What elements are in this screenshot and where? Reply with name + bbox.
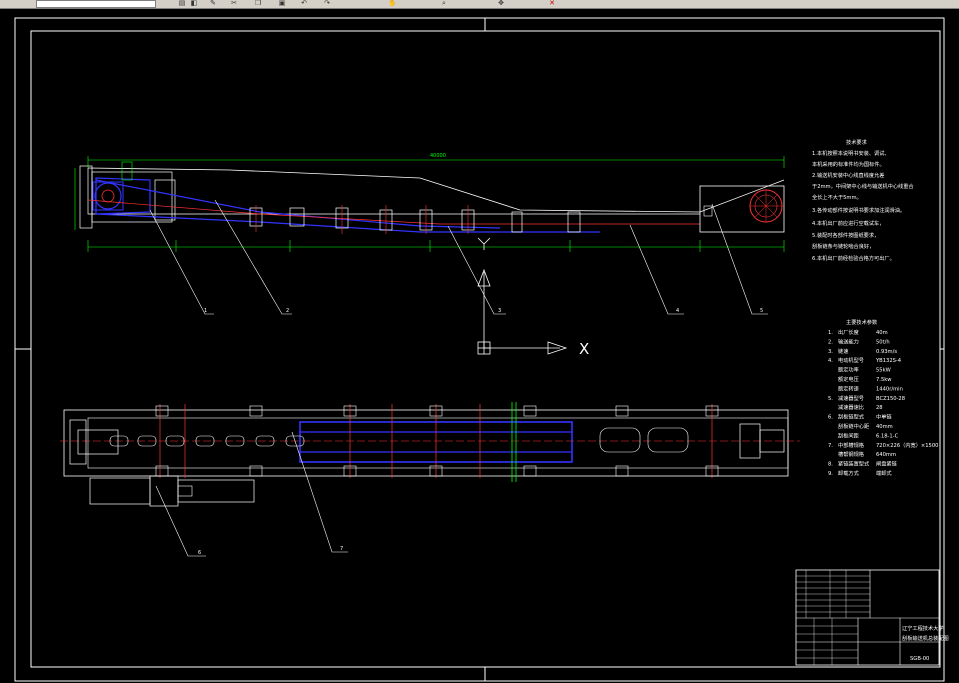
param-index: 7. bbox=[828, 443, 833, 449]
layer-dropdown[interactable] bbox=[36, 0, 156, 8]
drawing-title: 刮板输送机总装配图 bbox=[902, 634, 949, 642]
param-value: 中单链 bbox=[876, 413, 892, 421]
callout-3: 3 bbox=[498, 308, 501, 314]
tech-title: 技术要求 bbox=[846, 138, 868, 146]
callout-6: 6 bbox=[198, 550, 201, 556]
param-index: 3. bbox=[828, 349, 833, 355]
param-name: 紧链装置型式 bbox=[838, 460, 870, 468]
erase-icon[interactable]: ✕ bbox=[548, 0, 556, 7]
param-value: 720×226（内宽）×1500 bbox=[876, 441, 938, 449]
param-name: 刮板链型式 bbox=[838, 413, 865, 421]
param-name: 减速器型号 bbox=[838, 394, 864, 402]
zoom-icon[interactable]: ⌕ bbox=[440, 0, 448, 7]
param-title: 主要技术参数 bbox=[846, 318, 878, 326]
plan-view bbox=[60, 402, 800, 557]
param-name: 刮板链中心距 bbox=[838, 422, 869, 430]
param-value: 7.5kw bbox=[876, 377, 892, 383]
overall-dimension: 40000 bbox=[430, 153, 446, 159]
param-name: 电动机型号 bbox=[838, 356, 864, 364]
param-name: 链速 bbox=[838, 347, 848, 355]
param-value: 50t/h bbox=[876, 339, 890, 345]
param-value: 0.93m/s bbox=[876, 349, 897, 355]
ucs-x-label: X bbox=[579, 340, 589, 358]
param-value: 1440r/min bbox=[876, 386, 903, 392]
param-name: 额定转速 bbox=[838, 384, 859, 392]
param-name: 出厂长度 bbox=[838, 328, 859, 336]
param-value: BCZ150-28 bbox=[876, 396, 905, 402]
param-index: 8. bbox=[828, 462, 833, 468]
param-index: 5. bbox=[828, 396, 833, 402]
param-name: 中部槽规格 bbox=[838, 441, 865, 449]
callout-1: 1 bbox=[204, 308, 207, 314]
tech-line: 刮板链条与链轮啮合良好， bbox=[812, 242, 874, 250]
cad-toolbar: ▤ ◧ ✎ ✂ ❐ ▣ ↶ ↷ ✋ ⌕ ✥ ✕ bbox=[0, 0, 959, 9]
callout-4: 4 bbox=[676, 308, 679, 314]
param-value: 闸盘紧链 bbox=[876, 460, 898, 468]
tech-line: 2.输送机安装中心线直线度允差 bbox=[812, 171, 884, 179]
param-rows: 1. 出厂长度 40m 2. 输送能力 50t/h 3. 链速 0.93m/s 4. 电动机型号 YB… bbox=[828, 328, 938, 477]
param-index: 9. bbox=[828, 471, 833, 477]
tech-line: 4.本机出厂前应进行空载试车， bbox=[812, 219, 884, 227]
layer-icon[interactable]: ▤ bbox=[178, 0, 186, 7]
parameter-table: 主要技术参数 1. 出厂长度 40m 2. 输送能力 50t/h 3. 链速 0.93m/s 4.… bbox=[828, 318, 938, 477]
param-name: 刮板间距 bbox=[838, 431, 859, 439]
match-icon[interactable]: ✎ bbox=[209, 0, 217, 7]
callout-7: 7 bbox=[340, 546, 343, 552]
param-name: 输送能力 bbox=[838, 337, 859, 345]
tech-line: 全长上不大于5mm。 bbox=[812, 193, 862, 201]
tech-line: 6.本机出厂前经检验合格方可出厂。 bbox=[812, 254, 895, 262]
properties-icon[interactable]: ◧ bbox=[190, 0, 198, 7]
param-value: 6.18-1-C bbox=[876, 433, 899, 439]
sheet-border bbox=[14, 17, 945, 682]
pan-icon[interactable]: ✋ bbox=[388, 0, 397, 7]
copy-icon[interactable]: ❐ bbox=[254, 0, 262, 7]
callout-5: 5 bbox=[760, 308, 763, 314]
param-index: 1. bbox=[828, 330, 833, 336]
tech-line: 3.各传动部件按说明书要求加注润滑油。 bbox=[812, 206, 905, 214]
param-name: 槽帮钢规格 bbox=[838, 450, 865, 458]
param-value: 55kW bbox=[876, 368, 891, 374]
side-view: 40000 bbox=[74, 153, 785, 315]
param-index: 2. bbox=[828, 339, 833, 345]
param-value: YB132S-4 bbox=[875, 358, 902, 364]
tech-line: 本机采用的标准件均为国标件。 bbox=[812, 160, 885, 168]
technical-requirements: 技术要求 1.本机按照本说明书安装、调试、 本机采用的标准件均为国标件。 2.输… bbox=[812, 138, 914, 262]
param-value: 40mm bbox=[876, 424, 893, 430]
param-value: 40m bbox=[876, 330, 888, 336]
undo-icon[interactable]: ↶ bbox=[300, 0, 308, 7]
tech-line: 5.装配时各部件按图纸要求， bbox=[812, 231, 879, 239]
redo-icon[interactable]: ↷ bbox=[323, 0, 331, 7]
frame-border bbox=[30, 30, 941, 668]
cut-icon[interactable]: ✂ bbox=[230, 0, 238, 7]
param-value: 640mm bbox=[876, 452, 896, 458]
drawing-number: SGB-00 bbox=[910, 656, 929, 662]
company-name: 辽宁工程技术大学 bbox=[902, 624, 944, 632]
move-icon[interactable]: ✥ bbox=[497, 0, 505, 7]
paste-icon[interactable]: ▣ bbox=[278, 0, 286, 7]
tech-line: 1.本机按照本说明书安装、调试、 bbox=[812, 149, 890, 157]
param-name: 减速器速比 bbox=[838, 403, 864, 411]
param-value: 端卸式 bbox=[876, 469, 892, 477]
ucs-icon: X bbox=[477, 237, 589, 358]
param-name: 卸载方式 bbox=[838, 469, 860, 477]
param-index: 6. bbox=[828, 415, 833, 421]
drawing-canvas[interactable]: 40000 X 1 2 3 4 5 6 7 技术要求 1.本机按照本说明书安装、… bbox=[0, 9, 959, 683]
param-name: 额定电压 bbox=[838, 375, 859, 383]
param-index: 4. bbox=[828, 358, 833, 364]
param-value: 28 bbox=[876, 405, 883, 411]
tech-line: 于2mm，中间架中心线与输送机中心线重合 bbox=[812, 182, 914, 190]
title-block: 辽宁工程技术大学 刮板输送机总装配图 SGB-00 bbox=[795, 569, 949, 666]
cad-drawing: 40000 X 1 2 3 4 5 6 7 技术要求 1.本机按照本说明书安装、… bbox=[14, 17, 949, 682]
param-name: 额定功率 bbox=[838, 366, 859, 374]
callout-2: 2 bbox=[286, 308, 289, 314]
